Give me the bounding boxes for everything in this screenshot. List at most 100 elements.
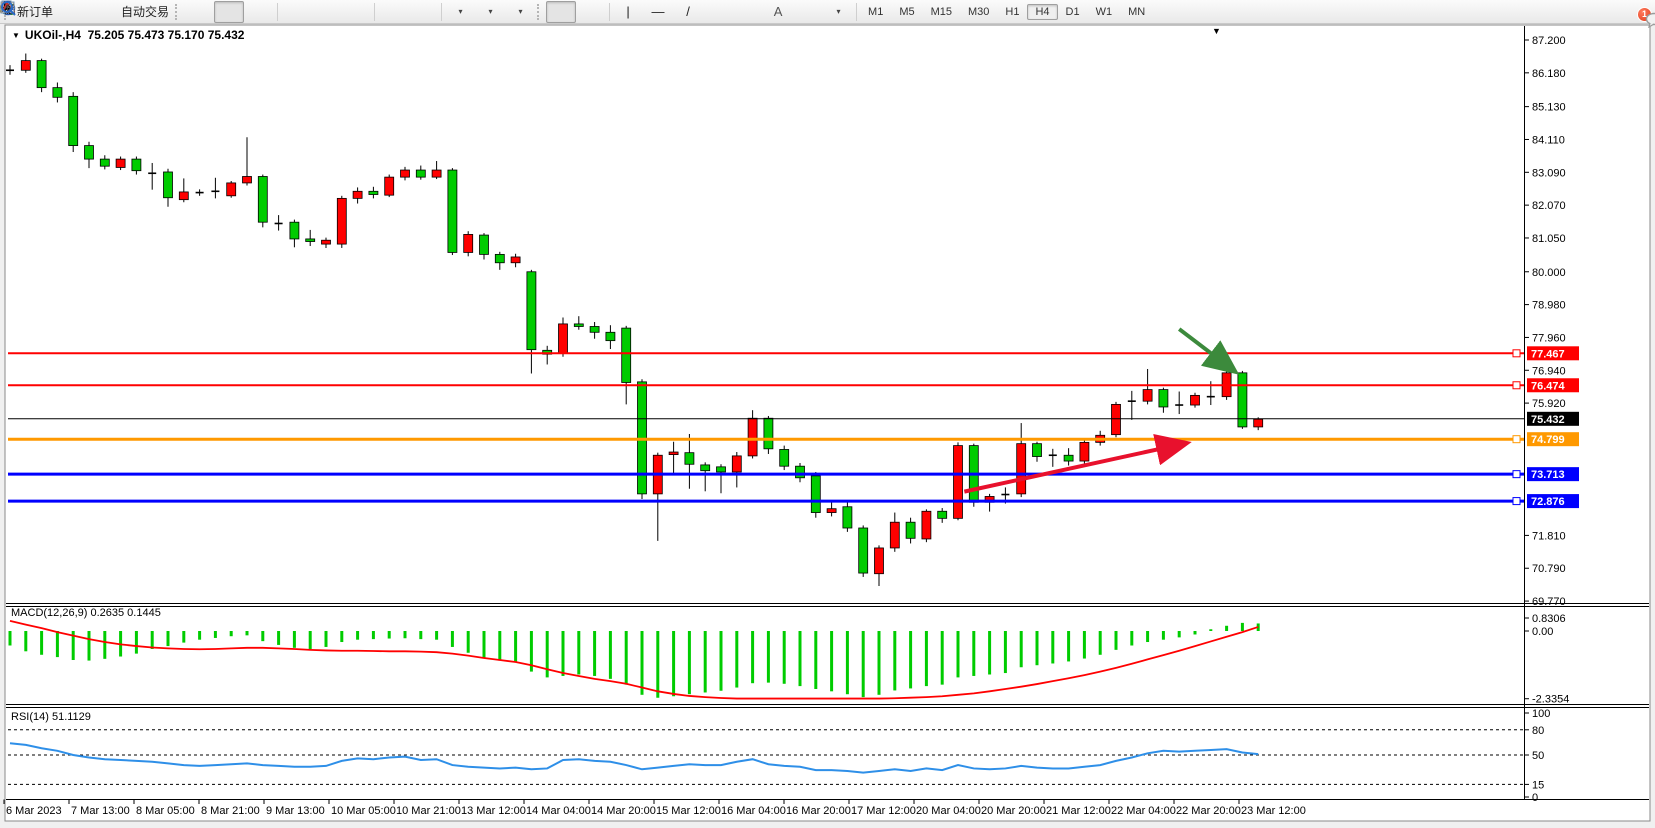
chart-canvas[interactable]: 87.20086.18085.13084.11083.09082.07081.0… (0, 0, 1655, 828)
candle-body (796, 466, 805, 478)
candle-body (1033, 444, 1042, 457)
hline-tool-button[interactable]: — (643, 1, 673, 23)
rsi-tick-label: 50 (1532, 750, 1544, 762)
indicators-dropdown-caret: ▾ (459, 7, 463, 16)
time-tick-label[interactable]: 20 Mar 20:00 (981, 805, 1046, 817)
candle-body (416, 170, 425, 177)
auto-scroll-button[interactable] (378, 1, 408, 23)
time-tick-label[interactable]: 9 Mar 13:00 (266, 805, 325, 817)
rsi-tick-label: 0 (1532, 792, 1538, 804)
time-tick-label[interactable]: 21 Mar 12:00 (1046, 805, 1111, 817)
cursor-tool-button[interactable] (546, 1, 576, 23)
templates-button[interactable]: ▾ (505, 1, 535, 23)
time-tick-label[interactable]: 14 Mar 20:00 (591, 805, 656, 817)
candle-chart-button[interactable] (214, 1, 244, 23)
candle-body (859, 528, 868, 573)
tile-windows-button[interactable] (341, 1, 371, 23)
horizontal-line-icon: — (652, 5, 665, 18)
time-tick-label[interactable]: 8 Mar 21:00 (201, 805, 260, 817)
time-tick-label[interactable]: 8 Mar 05:00 (136, 805, 195, 817)
text-tool-button[interactable]: A (763, 1, 793, 23)
timeframe-toolbar: M1M5M15M30H1H4D1W1MN (860, 4, 1153, 20)
candle-body (622, 328, 631, 382)
timeframe-H4[interactable]: H4 (1027, 4, 1057, 20)
search-icon[interactable] (0, 0, 17, 17)
timeframe-H1[interactable]: H1 (997, 4, 1027, 20)
time-tick-label[interactable]: 15 Mar 12:00 (656, 805, 721, 817)
quote-ohlc-label: 75.205 75.473 75.170 75.432 (88, 28, 245, 42)
candle-body (480, 235, 489, 254)
charts-list-button[interactable] (57, 1, 87, 23)
timeframe-W1[interactable]: W1 (1088, 4, 1121, 20)
candle-body (669, 452, 678, 455)
line-handle[interactable] (1513, 350, 1520, 357)
candle-body (322, 240, 331, 244)
candle-body (780, 449, 789, 466)
candle-body (954, 446, 963, 519)
price-tick-label: 71.810 (1532, 530, 1566, 542)
periods-button[interactable]: ▾ (475, 1, 505, 23)
crosshair-tool-button[interactable] (576, 1, 606, 23)
line-chart-button[interactable] (244, 1, 274, 23)
time-tick-label[interactable]: 22 Mar 20:00 (1176, 805, 1241, 817)
macd-tick-label: -2.3354 (1532, 694, 1569, 706)
scale-toggle-icon[interactable]: ▼ (1212, 26, 1221, 36)
line-handle[interactable] (1513, 498, 1520, 505)
new-order-button[interactable]: 新订单 (13, 1, 57, 23)
timeframe-M1[interactable]: M1 (860, 4, 891, 20)
chart-shift-button[interactable] (408, 1, 438, 23)
timeframe-M5[interactable]: M5 (891, 4, 922, 20)
arrows-tool-button[interactable]: ▾ (823, 1, 853, 23)
time-tick-label[interactable]: 22 Mar 04:00 (1111, 805, 1176, 817)
price-tick-label: 85.130 (1532, 102, 1566, 114)
time-tick-label[interactable]: 20 Mar 04:00 (916, 805, 981, 817)
time-tick-label[interactable]: 16 Mar 04:00 (721, 805, 786, 817)
timeframe-MN[interactable]: MN (1120, 4, 1153, 20)
price-tick-label: 69.770 (1532, 596, 1566, 608)
candle-body (1112, 404, 1121, 434)
autotrade-label: 自动交易 (121, 3, 169, 20)
zoom-out-button[interactable] (311, 1, 341, 23)
fibonacci-tool-button[interactable]: F (733, 1, 763, 23)
vline-tool-button[interactable]: | (613, 1, 643, 23)
candle-body (511, 257, 520, 263)
line-handle[interactable] (1513, 471, 1520, 478)
toolbar-grip[interactable] (175, 4, 180, 20)
timeframe-M15[interactable]: M15 (923, 4, 960, 20)
candle-body (1254, 419, 1263, 427)
line-handle[interactable] (1513, 436, 1520, 443)
price-level-tag-text: 76.474 (1531, 380, 1566, 392)
timeframe-M30[interactable]: M30 (960, 4, 997, 20)
autotrade-button[interactable]: 自动交易 (117, 1, 173, 23)
price-level-tag-text: 72.876 (1531, 496, 1565, 508)
rsi-tick-label: 15 (1532, 779, 1544, 791)
candle-body (827, 509, 836, 513)
time-tick-label[interactable]: 6 Mar 2023 (6, 805, 62, 817)
price-tick-label: 84.110 (1532, 134, 1565, 146)
candle-body (243, 176, 252, 182)
time-tick-label[interactable]: 16 Mar 20:00 (786, 805, 851, 817)
indicators-button[interactable]: ▾ (445, 1, 475, 23)
text-label-tool-button[interactable]: T (793, 1, 823, 23)
time-tick-label[interactable]: 10 Mar 21:00 (396, 805, 461, 817)
toolbar-separator (441, 3, 442, 21)
chart-menu-icon[interactable]: ▼ (12, 31, 20, 40)
line-handle[interactable] (1513, 382, 1520, 389)
timeframe-D1[interactable]: D1 (1058, 4, 1088, 20)
time-tick-label[interactable]: 23 Mar 12:00 (1241, 805, 1306, 817)
time-tick-label[interactable]: 17 Mar 12:00 (851, 805, 916, 817)
trendline-tool-button[interactable]: / (673, 1, 703, 23)
time-tick-label[interactable]: 14 Mar 04:00 (526, 805, 591, 817)
time-tick-label[interactable]: 7 Mar 13:00 (71, 805, 130, 817)
toolbar-grip[interactable] (537, 4, 542, 20)
channel-tool-button[interactable]: E (703, 1, 733, 23)
bar-chart-button[interactable] (184, 1, 214, 23)
time-tick-label[interactable]: 13 Mar 12:00 (461, 805, 526, 817)
zoom-in-button[interactable] (281, 1, 311, 23)
candle-body (701, 465, 710, 471)
price-tick-label: 80.000 (1532, 267, 1566, 279)
price-level-tag-text: 75.432 (1531, 414, 1565, 426)
market-watch-button[interactable] (87, 1, 117, 23)
time-tick-label[interactable]: 10 Mar 05:00 (331, 805, 396, 817)
candle-body (811, 476, 820, 513)
